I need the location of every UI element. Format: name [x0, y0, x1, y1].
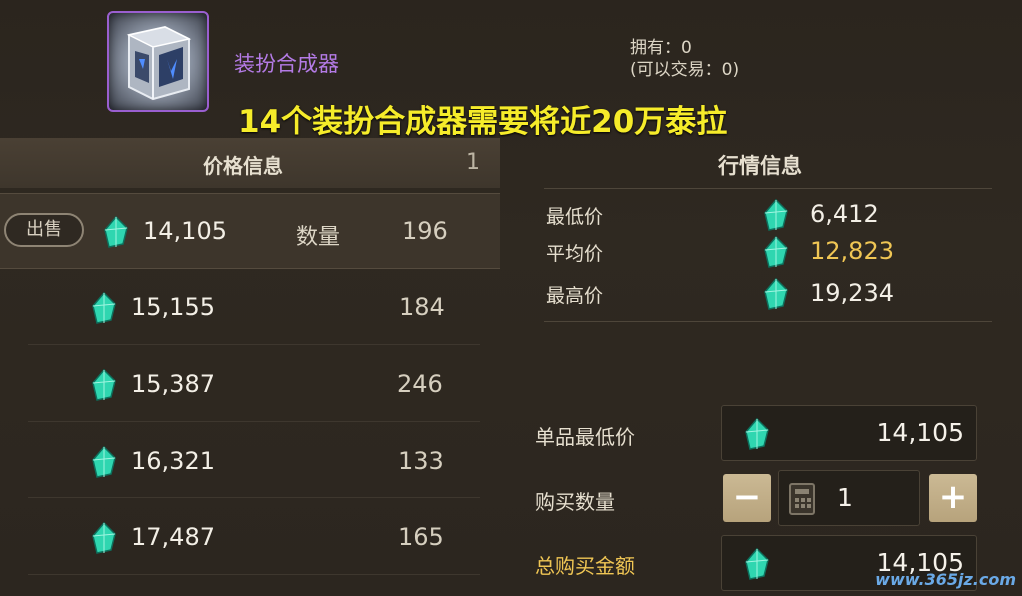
page-number: 1	[466, 150, 480, 175]
gem-icon	[745, 418, 769, 450]
gem-icon	[92, 292, 116, 324]
gem-icon	[764, 199, 788, 231]
plus-icon[interactable]: +	[929, 474, 977, 522]
listing-price: 14,105	[143, 217, 227, 245]
market-divider	[544, 188, 992, 189]
unit-price-value: 14,105	[876, 418, 964, 447]
tradable-text: (可以交易：0)	[630, 60, 740, 80]
listing-price: 15,155	[131, 293, 215, 321]
listing-row[interactable]: 出售 14,105 数量 196	[0, 193, 500, 269]
calculator-icon[interactable]	[789, 483, 815, 515]
highest-price-label: 最高价	[546, 285, 604, 307]
unit-price-label: 单品最低价	[535, 425, 635, 449]
listing-price: 16,321	[131, 447, 215, 475]
headline-caption: 14个装扮合成器需要将近20万泰拉	[238, 104, 728, 140]
price-info-header: 价格信息 1	[0, 138, 500, 188]
quantity-input[interactable]: 1	[778, 470, 920, 526]
row-divider	[28, 574, 480, 575]
item-name: 装扮合成器	[234, 52, 339, 76]
gem-icon	[104, 216, 128, 248]
listing-count: 246	[397, 370, 443, 398]
market-info-title: 行情信息	[718, 154, 802, 178]
unit-price-field: 14,105	[721, 405, 977, 461]
listing-count: 184	[399, 293, 445, 321]
row-divider	[28, 344, 480, 345]
average-price-label: 平均价	[546, 243, 604, 265]
quantity-label: 数量	[296, 225, 341, 250]
item-cube-icon[interactable]	[107, 11, 209, 112]
gem-icon	[92, 446, 116, 478]
row-divider	[28, 497, 480, 498]
owned-count: 拥有：0 (可以交易：0)	[630, 37, 739, 81]
listing-row[interactable]: 15,387 246	[0, 347, 500, 423]
row-divider	[28, 421, 480, 422]
gem-icon	[764, 236, 788, 268]
gem-icon	[745, 548, 769, 580]
average-price-value: 12,823	[810, 237, 894, 265]
price-info-title: 价格信息	[203, 154, 283, 178]
lowest-price-value: 6,412	[810, 200, 879, 228]
market-divider	[544, 321, 992, 322]
listing-price: 17,487	[131, 523, 215, 551]
purchase-quantity-label: 购买数量	[535, 490, 615, 514]
gem-icon	[764, 278, 788, 310]
highest-price-value: 19,234	[810, 279, 894, 307]
gem-icon	[92, 522, 116, 554]
lowest-price-label: 最低价	[546, 206, 604, 228]
quantity-value: 1	[837, 483, 853, 512]
listing-row[interactable]: 16,321 133	[0, 424, 500, 500]
listing-row[interactable]: 15,155 184	[0, 270, 500, 346]
listing-count: 196	[402, 217, 448, 245]
watermark: www.365jz.com	[875, 570, 1016, 589]
gem-icon	[92, 369, 116, 401]
listing-row[interactable]: 17,487 165	[0, 500, 500, 576]
trade-window: 装扮合成器 拥有：0 (可以交易：0) 14个装扮合成器需要将近20万泰拉 价格…	[0, 0, 1022, 596]
listing-price: 15,387	[131, 370, 215, 398]
minus-icon[interactable]: −	[723, 474, 771, 522]
total-price-label: 总购买金额	[535, 554, 635, 578]
listing-count: 133	[398, 447, 444, 475]
sell-button[interactable]: 出售	[4, 213, 84, 247]
listing-count: 165	[398, 523, 444, 551]
owned-text: 拥有：0	[630, 38, 692, 58]
